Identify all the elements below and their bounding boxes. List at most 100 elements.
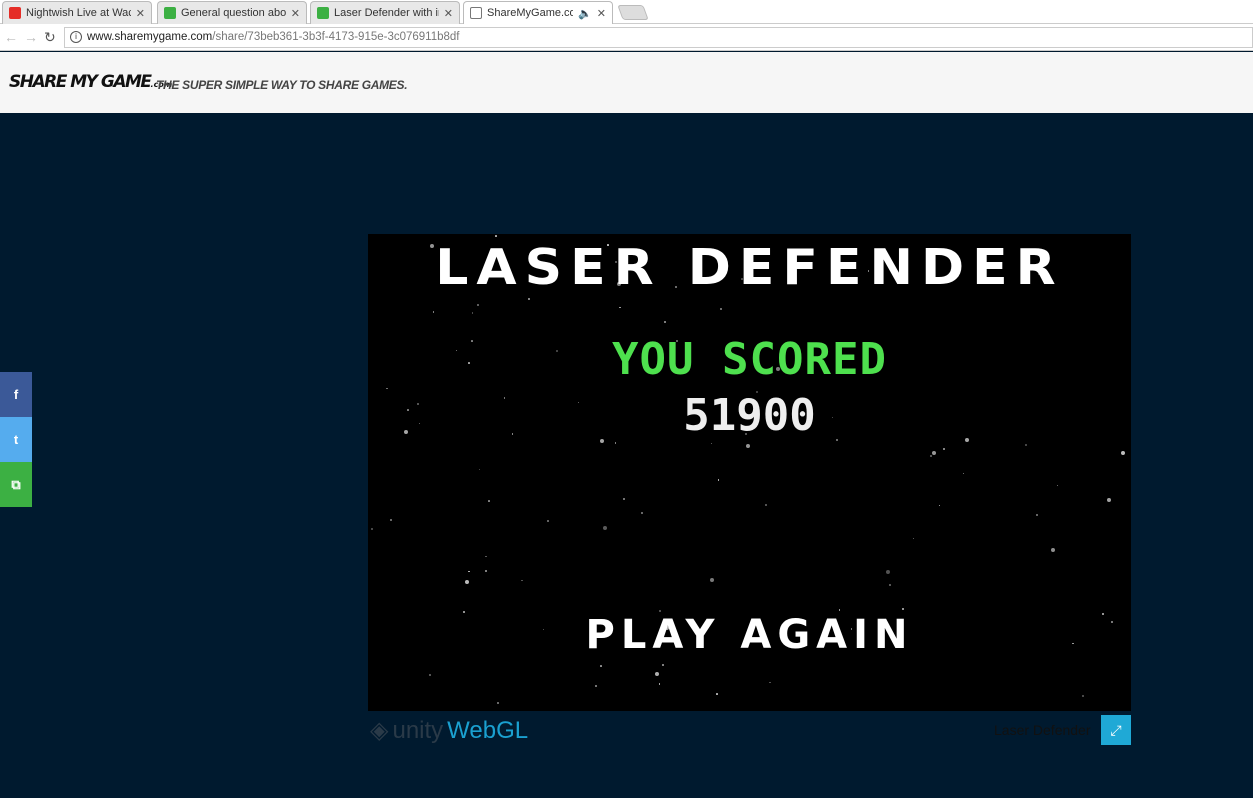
site-header: SHARE MY GAME.com THE SUPER SIMPLE WAY T… bbox=[0, 52, 1253, 113]
twitter-share-button[interactable]: t bbox=[0, 417, 32, 462]
star bbox=[432, 311, 435, 313]
star bbox=[745, 444, 750, 449]
star bbox=[600, 665, 602, 667]
star bbox=[1081, 694, 1084, 697]
fullscreen-button[interactable]: ⤢ bbox=[1101, 715, 1131, 745]
star bbox=[663, 321, 666, 324]
new-tab-button[interactable] bbox=[617, 5, 649, 20]
star bbox=[717, 479, 720, 481]
tab-title: ShareMyGame.com bbox=[487, 7, 573, 19]
star bbox=[886, 569, 890, 574]
sharemygame-icon: ⧉ bbox=[11, 476, 21, 492]
back-icon[interactable]: ← bbox=[4, 29, 18, 45]
url-host: www.sharemygame.com bbox=[87, 31, 213, 43]
star bbox=[495, 235, 497, 237]
tagline: THE SUPER SIMPLE WAY TO SHARE GAMES. bbox=[156, 78, 408, 92]
star bbox=[661, 664, 664, 667]
logo[interactable]: SHARE MY GAME.com bbox=[9, 72, 172, 92]
star bbox=[527, 297, 530, 300]
star bbox=[614, 442, 617, 444]
star bbox=[1120, 450, 1125, 455]
page-icon bbox=[470, 7, 482, 19]
star bbox=[1024, 443, 1027, 446]
tab-title: Laser Defender with increased bbox=[334, 7, 439, 19]
tab-title: General question about Unity bbox=[181, 7, 286, 19]
facebook-share-button[interactable]: f bbox=[0, 372, 32, 417]
star bbox=[1051, 548, 1056, 553]
reload-icon[interactable]: ↻ bbox=[44, 29, 56, 46]
tab-title: Nightwish Live at Wacken bbox=[26, 7, 131, 19]
star bbox=[710, 578, 715, 583]
twitter-icon: t bbox=[13, 432, 19, 447]
star bbox=[485, 569, 488, 572]
youtube-icon bbox=[9, 7, 21, 19]
star bbox=[962, 472, 965, 475]
star bbox=[485, 555, 487, 558]
star bbox=[710, 442, 713, 445]
star bbox=[468, 570, 470, 573]
star bbox=[930, 454, 933, 457]
star bbox=[477, 303, 480, 306]
star bbox=[889, 584, 892, 587]
forward-icon[interactable]: → bbox=[24, 29, 38, 45]
star bbox=[623, 498, 626, 501]
star bbox=[619, 306, 621, 309]
play-again-button[interactable]: PLAY AGAIN bbox=[368, 612, 1131, 658]
star bbox=[655, 672, 660, 677]
url-input[interactable]: i www.sharemygame.com/share/73beb361-3b3f… bbox=[64, 27, 1253, 48]
close-icon[interactable]: ✕ bbox=[597, 7, 606, 20]
star bbox=[471, 312, 474, 314]
star bbox=[641, 512, 644, 515]
star bbox=[488, 500, 490, 502]
unity-icon: ◈ bbox=[370, 717, 389, 744]
tab-sharemygame[interactable]: ShareMyGame.com 🔈 ✕ bbox=[463, 1, 613, 24]
star bbox=[390, 519, 393, 522]
star bbox=[1056, 484, 1059, 487]
info-icon[interactable]: i bbox=[70, 31, 82, 43]
facebook-icon: f bbox=[13, 387, 19, 402]
sharemygame-icon bbox=[317, 7, 329, 19]
star bbox=[942, 448, 945, 451]
star bbox=[764, 504, 767, 507]
star bbox=[547, 520, 550, 523]
tab-general-question[interactable]: General question about Unity ✕ bbox=[157, 1, 307, 24]
tab-laser-defender[interactable]: Laser Defender with increased ✕ bbox=[310, 1, 460, 24]
fullscreen-icon: ⤢ bbox=[1110, 722, 1122, 738]
url-path: /share/73beb361-3b3f-4173-915e-3c076911b… bbox=[212, 31, 460, 43]
audio-icon[interactable]: 🔈 bbox=[578, 7, 592, 20]
star bbox=[838, 609, 841, 611]
star bbox=[931, 450, 936, 455]
star bbox=[769, 681, 771, 684]
you-scored-label: YOU SCORED bbox=[612, 334, 887, 385]
close-icon[interactable]: ✕ bbox=[136, 7, 145, 20]
close-icon[interactable]: ✕ bbox=[291, 7, 300, 20]
star bbox=[595, 684, 598, 687]
star bbox=[386, 387, 388, 390]
star bbox=[912, 537, 915, 540]
star bbox=[716, 693, 718, 695]
star bbox=[521, 579, 523, 582]
unity-webgl-logo: ◈ unity WebGL bbox=[370, 716, 529, 745]
address-bar-row: ← → ↻ i www.sharemygame.com/share/73beb36… bbox=[0, 24, 1253, 51]
star bbox=[1035, 513, 1038, 516]
star bbox=[428, 673, 431, 676]
star bbox=[1107, 497, 1112, 502]
star bbox=[497, 702, 500, 705]
star bbox=[902, 607, 905, 610]
game-canvas[interactable]: LASER DEFENDER YOU SCORED 51900 PLAY AGA… bbox=[368, 234, 1131, 711]
star bbox=[370, 528, 373, 531]
star bbox=[464, 580, 469, 585]
star bbox=[658, 683, 661, 685]
star bbox=[478, 468, 481, 471]
sharemygame-icon bbox=[164, 7, 176, 19]
star bbox=[938, 504, 941, 507]
score-value: 51900 bbox=[683, 390, 816, 441]
game-name: Laser Defender bbox=[994, 722, 1091, 738]
game-title: LASER DEFENDER bbox=[435, 239, 1064, 297]
star bbox=[719, 308, 722, 311]
tab-bar: Nightwish Live at Wacken ✕ General questi… bbox=[0, 0, 1253, 24]
close-icon[interactable]: ✕ bbox=[444, 7, 453, 20]
tab-nightwish[interactable]: Nightwish Live at Wacken ✕ bbox=[2, 1, 152, 24]
star bbox=[603, 526, 608, 531]
sharemygame-share-button[interactable]: ⧉ bbox=[0, 462, 32, 507]
